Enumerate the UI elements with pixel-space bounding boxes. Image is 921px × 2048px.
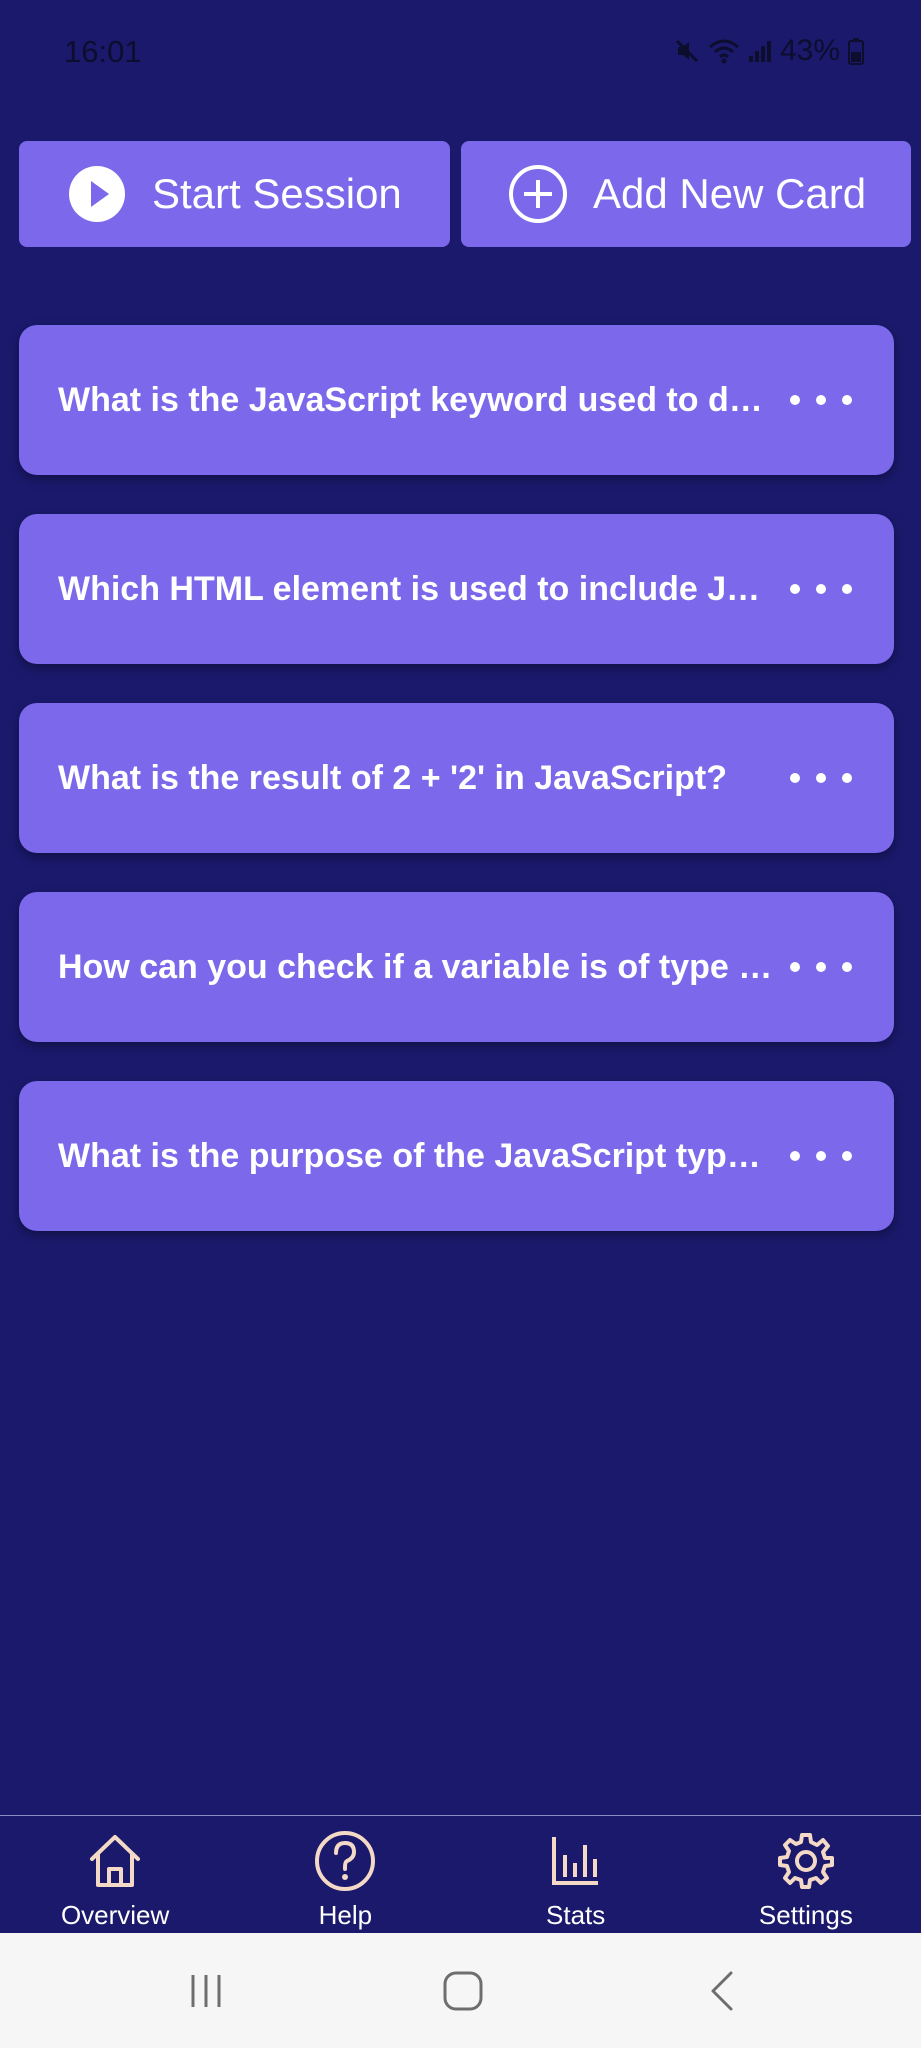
nav-item-stats[interactable]: Stats (461, 1816, 691, 1934)
start-session-button[interactable]: Start Session (19, 141, 450, 247)
nav-label-help: Help (318, 1900, 373, 1930)
system-nav-bar (0, 1933, 921, 2048)
start-session-label: Start Session (152, 170, 402, 217)
nav-label-overview: Overview (60, 1900, 170, 1930)
battery-icon (848, 37, 864, 65)
card-question: What is the purpose of the JavaScript ty… (58, 1136, 773, 1175)
home-icon (87, 1826, 143, 1896)
card-item[interactable]: What is the result of 2 + '2' in JavaScr… (19, 703, 894, 853)
battery-text: 43% (779, 34, 840, 67)
card-item[interactable]: What is the purpose of the JavaScript ty… (19, 1081, 894, 1231)
more-options-icon[interactable] (790, 758, 852, 798)
more-options-icon[interactable] (790, 569, 852, 609)
status-bar: 16:01 43% (0, 0, 921, 104)
back-icon[interactable] (662, 1933, 782, 2048)
nav-item-help[interactable]: Help (230, 1816, 460, 1934)
card-item[interactable]: How can you check if a variable is of ty… (19, 892, 894, 1042)
status-time: 16:01 (64, 34, 142, 69)
home-button-icon[interactable] (403, 1933, 523, 2048)
settings-icon (776, 1826, 836, 1896)
wifi-icon (708, 38, 740, 64)
card-list: What is the JavaScript keyword used to d… (19, 325, 894, 1270)
help-icon (313, 1826, 377, 1896)
bottom-nav: Overview Help Stats Settings (0, 1815, 921, 1934)
card-question: What is the JavaScript keyword used to d… (58, 380, 773, 419)
card-question: How can you check if a variable is of ty… (58, 947, 773, 986)
nav-label-stats: Stats (546, 1900, 606, 1930)
recent-apps-icon[interactable] (146, 1933, 266, 2048)
card-question: What is the result of 2 + '2' in JavaScr… (58, 758, 727, 797)
more-options-icon[interactable] (790, 380, 852, 420)
status-icons: 43% (674, 34, 864, 68)
plus-circle-icon (508, 164, 568, 224)
card-question: Which HTML element is used to include Ja… (58, 569, 773, 608)
signal-icon (748, 38, 772, 64)
stats-icon (550, 1826, 602, 1896)
card-item[interactable]: Which HTML element is used to include Ja… (19, 514, 894, 664)
nav-item-overview[interactable]: Overview (0, 1816, 230, 1934)
nav-item-settings[interactable]: Settings (691, 1816, 921, 1934)
play-circle-icon (67, 164, 127, 224)
add-new-card-label: Add New Card (593, 170, 867, 217)
add-new-card-button[interactable]: Add New Card (461, 141, 911, 247)
more-options-icon[interactable] (790, 1136, 852, 1176)
more-options-icon[interactable] (790, 947, 852, 987)
card-item[interactable]: What is the JavaScript keyword used to d… (19, 325, 894, 475)
mute-icon (674, 38, 700, 64)
nav-label-settings: Settings (758, 1900, 853, 1930)
